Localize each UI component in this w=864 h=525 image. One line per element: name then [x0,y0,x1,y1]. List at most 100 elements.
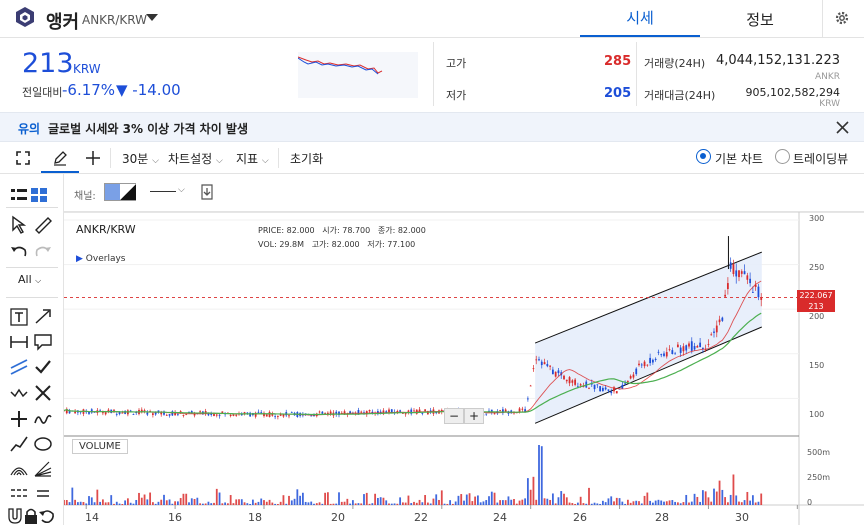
check-icon[interactable] [32,356,54,378]
list-view-icon[interactable] [8,184,30,206]
reset-button[interactable]: 초기화 [290,150,323,167]
amount-label: 거래대금(24H) [644,89,716,102]
overlays-toggle[interactable]: ▶ Overlays [76,254,125,264]
volume-bar [451,503,454,505]
horizontal-range-icon[interactable] [8,331,30,353]
chart-settings-menu[interactable]: 차트설정 ⌵ [168,150,223,167]
current-price: 213 [22,48,74,79]
price-chart[interactable]: ANKR/KRW ▶ Overlays PRICE: 82.000 시가: 78… [63,211,864,525]
gear-icon[interactable] [834,10,850,26]
line-style-select[interactable] [150,191,176,192]
candle-body [168,414,171,416]
volume-bar [185,493,188,505]
volume-bar [624,503,627,505]
indicators-menu[interactable]: 지표 ⌵ [236,150,269,167]
volume-bar [421,502,424,505]
y-tick: 300 [809,214,825,223]
volume-bar [751,495,754,505]
ruler-icon[interactable] [32,214,54,236]
sparkline-mini-chart [298,52,418,98]
grid-view-icon[interactable] [28,184,50,206]
x-tick: 28 [655,511,669,524]
candle-body [596,384,599,386]
plus-tool-icon[interactable] [8,408,30,430]
fib-arc-icon[interactable] [8,458,30,480]
price-chart-svg[interactable] [63,211,864,525]
candle-body [215,414,218,416]
fullscreen-icon[interactable] [16,151,30,165]
chart-toolbar: 30분 ⌵ 차트설정 ⌵ 지표 ⌵ 초기화 기본 차트 트레이딩뷰 [0,142,864,174]
text-tool-icon[interactable] [8,306,30,328]
redo-icon[interactable] [32,241,54,263]
trend-line-icon[interactable] [8,433,30,455]
tool-category-select[interactable]: All ⌵ [18,273,41,286]
basic-chart-radio[interactable] [696,149,711,164]
change-percent: -6.17% [62,81,116,99]
volume-bar [615,497,618,505]
y-tick: 200 [809,312,825,321]
volume-bar [635,500,638,505]
volume-bar [65,500,68,505]
fib-fan-icon[interactable] [32,458,54,480]
volume-bar [618,498,621,505]
undo-icon[interactable] [8,241,30,263]
volume-bar [343,501,346,505]
volume-bar [482,501,485,505]
chart-symbol: ANKR/KRW [76,223,136,236]
zoom-in-button[interactable]: + [464,408,484,424]
tradingview-label[interactable]: 트레이딩뷰 [793,150,848,167]
arrow-line-icon[interactable] [32,306,54,328]
zoom-out-button[interactable]: − [444,408,464,424]
coin-select-chevron-down-icon[interactable] [146,14,158,21]
callout-icon[interactable] [32,331,54,353]
candle-body [696,346,699,348]
volume-bar [157,501,160,505]
volume-bar [696,496,699,505]
cursor-icon[interactable] [8,214,30,236]
volume-bar [332,503,335,505]
basic-chart-label[interactable]: 기본 차트 [715,150,763,167]
volume-bar [85,503,88,505]
tab-info[interactable]: 정보 [700,0,820,38]
candle-body [529,385,532,387]
candle-body [660,354,663,356]
interval-select[interactable]: 30분 ⌵ [122,150,159,167]
horizontal-lines-icon[interactable] [8,482,30,504]
candle-body [635,368,638,375]
chevron-down-icon[interactable]: ⌵ [178,185,185,195]
wave-icon[interactable] [8,382,30,404]
info-price-label: PRICE: [258,226,285,235]
ellipse-icon[interactable] [32,433,54,455]
volume-bar [643,495,646,505]
tab-market-price[interactable]: 시세 [580,0,700,38]
volume-bar [532,476,535,505]
equal-lines-icon[interactable] [32,482,54,504]
volume-bar [651,502,654,505]
tradingview-radio[interactable] [775,149,790,164]
volume-bar [721,489,724,505]
draw-tool-tab[interactable] [41,142,79,173]
volume-bar [249,503,252,505]
crosshair-icon[interactable] [86,151,100,165]
candle-body [132,414,135,415]
candle-body [421,413,424,414]
close-icon[interactable] [836,121,849,134]
volume-bar [640,503,643,505]
candle-body [282,414,285,417]
download-icon[interactable] [198,182,216,200]
chart-settings-label: 차트설정 [168,152,213,166]
fill-color-swatch[interactable] [104,183,136,201]
cross-mark-icon[interactable] [32,382,54,404]
volume-bar [168,499,171,505]
candle-body [568,377,571,384]
volume-bar [268,499,271,505]
reset-drawings-icon[interactable] [36,505,58,525]
freehand-icon[interactable] [32,408,54,430]
volume-bar [88,496,90,505]
fill-label: 채널: [74,191,96,202]
interval-label: 30분 [122,152,149,166]
parallel-channel-icon[interactable] [8,356,30,378]
candle-body [654,358,657,360]
candle-body [115,413,118,415]
volume-bar [671,500,674,505]
